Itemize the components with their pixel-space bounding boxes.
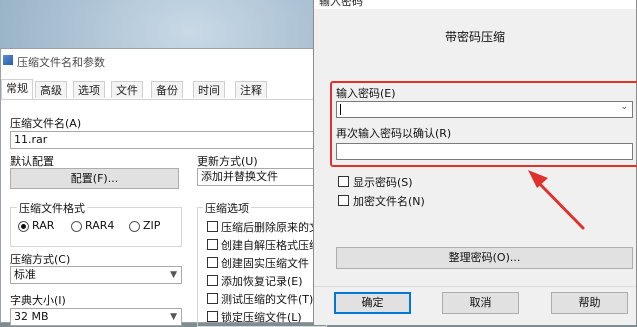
arrow-head xyxy=(528,170,548,188)
annotation-arrow xyxy=(528,170,585,230)
arrow-shaft xyxy=(532,176,585,230)
